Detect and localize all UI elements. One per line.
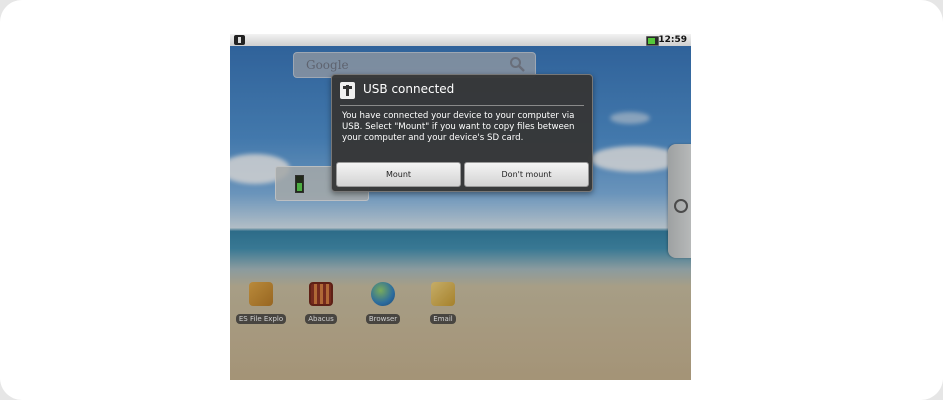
mount-button[interactable]: Mount <box>336 162 461 187</box>
usb-icon[interactable] <box>234 35 245 45</box>
dont-mount-button[interactable]: Don't mount <box>464 162 589 187</box>
status-bar: 12:59 <box>230 34 691 46</box>
dialog-title: USB connected <box>363 82 455 96</box>
usb-connected-dialog: USB connected You have connected your de… <box>331 74 593 192</box>
status-time: 12:59 <box>658 35 687 45</box>
battery-icon <box>646 36 659 46</box>
dialog-header: USB connected <box>332 75 592 105</box>
dialog-divider <box>340 105 584 106</box>
dialog-message: You have connected your device to your c… <box>342 111 575 143</box>
device-screen: 12:59 Google ES File Explo Abacus Browse… <box>230 34 691 380</box>
usb-icon <box>340 82 355 99</box>
